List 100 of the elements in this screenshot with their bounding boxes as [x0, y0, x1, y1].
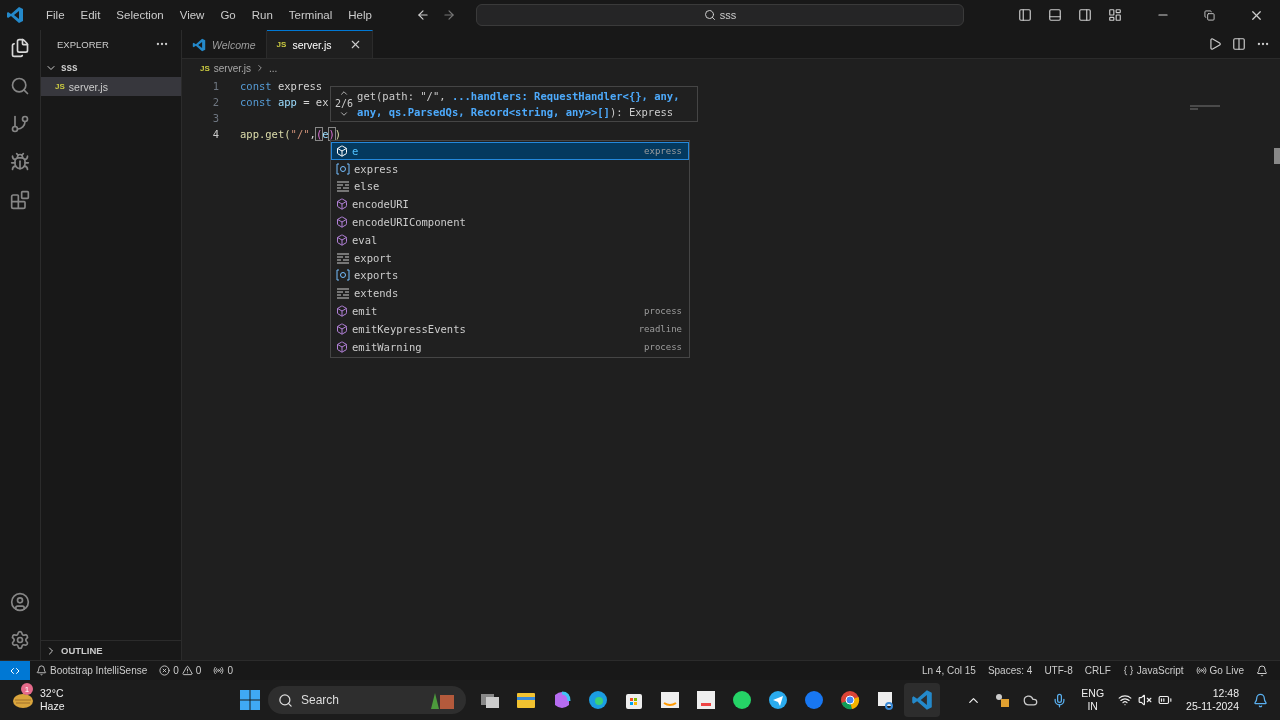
- microphone-icon[interactable]: [1052, 692, 1068, 708]
- breadcrumb-item[interactable]: ...: [269, 62, 278, 74]
- branch-icon[interactable]: [10, 114, 30, 134]
- messenger-icon[interactable]: [767, 689, 789, 711]
- previous-icon[interactable]: [339, 88, 350, 98]
- back-arrow-icon[interactable]: [415, 8, 430, 22]
- tray-app-icon[interactable]: [995, 693, 1010, 707]
- search-icon: [278, 692, 293, 708]
- language-item[interactable]: JavaScript: [1116, 665, 1190, 676]
- status-item[interactable]: Spaces: 4: [981, 665, 1039, 676]
- split-editor-icon[interactable]: [1232, 37, 1246, 51]
- restore-icon[interactable]: [1204, 9, 1215, 21]
- search-icon[interactable]: [10, 76, 30, 96]
- status-item[interactable]: UTF-8: [1038, 665, 1079, 676]
- app-logo-icon: [6, 6, 24, 24]
- app-tile-icon[interactable]: [695, 689, 717, 711]
- file-row[interactable]: JS server.js: [41, 77, 181, 96]
- layout-icon[interactable]: [1108, 8, 1122, 22]
- status-item[interactable]: CRLF: [1078, 665, 1117, 676]
- go-live-item[interactable]: Go Live: [1189, 665, 1250, 676]
- suggestion-item[interactable]: eval: [331, 231, 689, 249]
- panel-right-icon[interactable]: [1078, 8, 1092, 22]
- suggestion-item[interactable]: exports: [331, 266, 689, 285]
- clock[interactable]: 12:48 25-11-2024: [1186, 687, 1239, 713]
- keyword-icon: [336, 287, 350, 300]
- suggestion-item[interactable]: extends: [331, 284, 689, 303]
- command-center-field[interactable]: sss: [475, 4, 964, 26]
- cube-icon: [336, 233, 348, 246]
- weather-text: Haze: [40, 700, 65, 713]
- run-icon[interactable]: [1208, 37, 1222, 51]
- menu-item[interactable]: Run: [245, 7, 279, 23]
- suggestion-item[interactable]: else: [331, 177, 689, 196]
- chrome-icon[interactable]: [839, 689, 861, 711]
- mute-icon[interactable]: [1138, 693, 1153, 707]
- line-number: 1: [211, 80, 219, 92]
- menu-item[interactable]: File: [40, 7, 71, 23]
- scrollbar-drawing: [1274, 148, 1280, 164]
- signature-text: get(path: "/", ...handlers: RequestHandler<{}, any, any, qs.ParsedQs, Record<string, any>>[]): Express: [357, 89, 681, 120]
- menu-item[interactable]: Go: [214, 7, 242, 23]
- cloud-icon[interactable]: [1023, 692, 1039, 708]
- tab-label: Welcome: [212, 38, 256, 51]
- battery-icon[interactable]: [1158, 693, 1173, 707]
- code-line: const express: [240, 80, 323, 92]
- suggestion-item[interactable]: emitKeypressEvents readline: [331, 319, 689, 338]
- line-number: 3: [211, 112, 219, 124]
- settings-icon[interactable]: [10, 630, 30, 650]
- error-icon: [159, 665, 171, 676]
- suggestion-item[interactable]: encodeURIComponent: [331, 213, 689, 231]
- next-icon[interactable]: [339, 109, 350, 119]
- antenna-icon: [213, 665, 225, 676]
- bell-icon: [36, 665, 47, 676]
- extensions-icon[interactable]: [10, 190, 30, 210]
- browser-icon[interactable]: [587, 689, 609, 711]
- overload-counter: 2/6: [335, 98, 354, 109]
- suggestion-item[interactable]: export: [331, 248, 689, 267]
- app-logo-icon: [192, 37, 206, 52]
- folder-row[interactable]: sss: [41, 58, 181, 77]
- account-icon[interactable]: [10, 592, 30, 612]
- section-title: OUTLINE: [61, 645, 103, 656]
- warning-icon: [181, 665, 193, 676]
- file-type-label: JS: [200, 63, 210, 73]
- status-item[interactable]: Bootstrap IntelliSense: [30, 665, 154, 676]
- breadcrumb-item[interactable]: server.js: [213, 62, 252, 74]
- search-icon: [703, 9, 716, 21]
- suggestion-item[interactable]: express: [331, 159, 689, 178]
- menu-item[interactable]: View: [173, 7, 211, 23]
- code-editor-icon[interactable]: [911, 689, 933, 711]
- start-icon[interactable]: [239, 689, 261, 711]
- social-app-icon[interactable]: [803, 689, 825, 711]
- problems-item[interactable]: 0 0: [153, 665, 208, 676]
- shopping-app-icon[interactable]: [659, 689, 681, 711]
- folder-label: sss: [61, 62, 78, 73]
- notification-badge: 1: [21, 683, 33, 695]
- panel-bottom-icon[interactable]: [1048, 8, 1062, 22]
- bug-icon[interactable]: [10, 152, 30, 172]
- menu-item[interactable]: Selection: [110, 7, 170, 23]
- notifications-icon[interactable]: [1256, 664, 1268, 677]
- cube-icon: [336, 305, 348, 318]
- chat-app-icon[interactable]: [731, 689, 753, 711]
- files-icon[interactable]: [10, 38, 30, 58]
- menu-item[interactable]: Terminal: [282, 7, 339, 23]
- braces-icon: [1122, 665, 1134, 676]
- suggestion-item[interactable]: emitWarning process: [331, 337, 689, 356]
- menu-item[interactable]: Help: [342, 7, 378, 23]
- notifications-icon[interactable]: [1253, 692, 1268, 708]
- forward-arrow-icon[interactable]: [441, 8, 456, 22]
- ports-item[interactable]: 0: [207, 665, 239, 676]
- language-indicator[interactable]: ENG IN: [1081, 687, 1105, 713]
- antenna-icon: [1195, 665, 1207, 676]
- panel-left-icon[interactable]: [1018, 8, 1032, 22]
- menu-item[interactable]: Edit: [74, 7, 107, 23]
- status-item[interactable]: Ln 4, Col 15: [915, 665, 982, 676]
- cube-icon: [336, 340, 348, 353]
- wifi-icon[interactable]: [1118, 693, 1133, 707]
- taskbar-search-field[interactable]: Search: [268, 686, 466, 714]
- suggestion-item[interactable]: emit process: [331, 302, 689, 320]
- suggestion-item[interactable]: e express: [331, 142, 689, 160]
- file-type-label: JS: [55, 82, 65, 91]
- editor-tab[interactable]: JS server.js: [266, 30, 374, 58]
- suggestion-item[interactable]: encodeURI: [331, 195, 689, 214]
